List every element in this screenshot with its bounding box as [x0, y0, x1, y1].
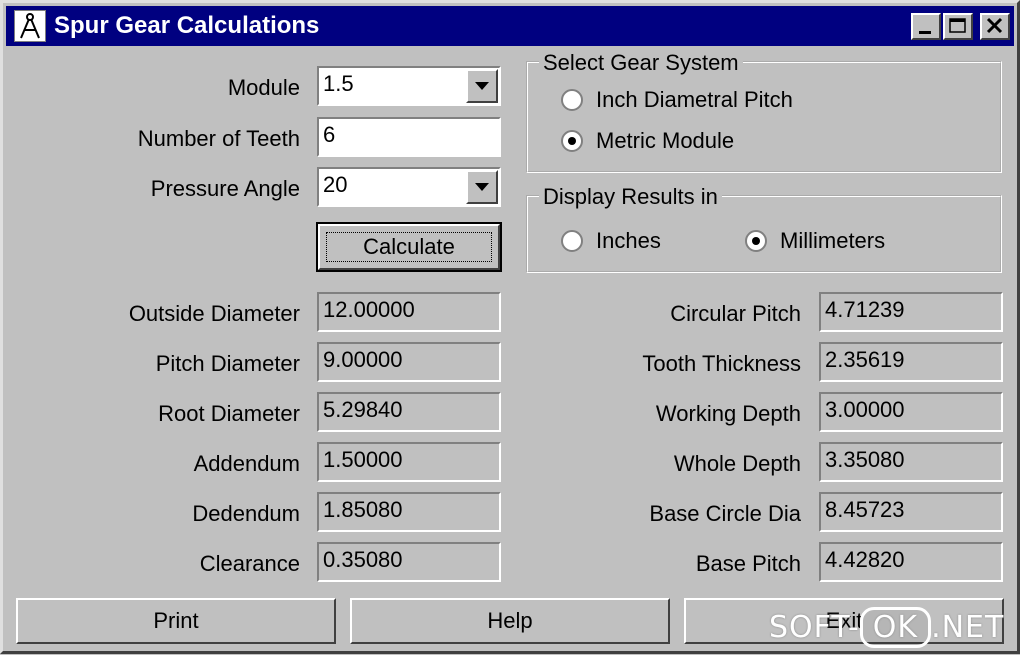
radio-metric-module[interactable] [561, 130, 583, 152]
label-millimeters: Millimeters [780, 228, 886, 253]
working-depth-value: 3.00000 [819, 392, 1003, 432]
outside-diameter-value: 12.00000 [317, 292, 501, 332]
dedendum-value: 1.85080 [317, 492, 501, 532]
watermark: SOFT- OK .NET [769, 607, 1004, 655]
calculate-button[interactable]: Calculate [316, 222, 502, 272]
close-button[interactable] [980, 13, 1010, 40]
print-button[interactable]: Print [16, 598, 336, 644]
radio-inch-diametral-pitch[interactable] [561, 89, 583, 111]
clearance-label: Clearance [199, 551, 300, 576]
working-depth-label: Working Depth [655, 401, 801, 426]
radio-inches[interactable] [561, 230, 583, 252]
module-label: Module [227, 75, 300, 100]
chevron-down-icon [475, 82, 489, 90]
maximize-button[interactable] [943, 13, 973, 40]
close-icon [986, 17, 1003, 34]
root-diameter-value: 5.29840 [317, 392, 501, 432]
base-circle-dia-label: Base Circle Dia [649, 501, 801, 526]
module-dropdown-button[interactable] [466, 69, 498, 103]
watermark-left: SOFT- [769, 610, 860, 645]
root-diameter-label: Root Diameter [158, 401, 300, 426]
gear-system-group [526, 61, 1002, 173]
base-circle-dia-value: 8.45723 [819, 492, 1003, 532]
outside-diameter-label: Outside Diameter [128, 301, 300, 326]
minimize-icon [919, 31, 931, 34]
clearance-value: 0.35080 [317, 542, 501, 582]
label-inches: Inches [596, 228, 661, 253]
base-pitch-label: Base Pitch [695, 551, 801, 576]
gear-system-title: Select Gear System [539, 50, 743, 76]
watermark-ok: OK [859, 607, 932, 648]
teeth-input[interactable]: 6 [317, 117, 501, 157]
minimize-button[interactable] [911, 13, 941, 40]
focus-rect [326, 232, 492, 262]
help-label: Help [487, 608, 533, 633]
tooth-thickness-value: 2.35619 [819, 342, 1003, 382]
base-pitch-value: 4.42820 [819, 542, 1003, 582]
title-bar[interactable]: Spur Gear Calculations [6, 6, 1014, 46]
pressure-angle-combobox[interactable]: 20 [317, 167, 501, 207]
module-combobox[interactable]: 1.5 [317, 66, 501, 106]
whole-depth-label: Whole Depth [673, 451, 801, 476]
label-metric-module: Metric Module [596, 128, 735, 153]
app-window: Spur Gear Calculations Module 1.5 Number… [0, 0, 1020, 654]
pressure-angle-value: 20 [323, 172, 348, 197]
pitch-diameter-value: 9.00000 [317, 342, 501, 382]
maximize-icon [949, 18, 966, 33]
whole-depth-value: 3.35080 [819, 442, 1003, 482]
print-label: Print [153, 608, 199, 633]
pressure-angle-label: Pressure Angle [150, 176, 300, 201]
pitch-diameter-label: Pitch Diameter [155, 351, 300, 376]
module-value: 1.5 [323, 71, 354, 96]
circular-pitch-label: Circular Pitch [670, 301, 801, 326]
watermark-right: .NET [931, 610, 1005, 645]
compass-icon [14, 10, 46, 42]
addendum-value: 1.50000 [317, 442, 501, 482]
window-title: Spur Gear Calculations [54, 12, 320, 39]
circular-pitch-value: 4.71239 [819, 292, 1003, 332]
radio-millimeters[interactable] [745, 230, 767, 252]
display-results-title: Display Results in [539, 184, 722, 210]
teeth-label: Number of Teeth [137, 126, 300, 151]
help-button[interactable]: Help [350, 598, 670, 644]
label-inch-diametral-pitch: Inch Diametral Pitch [596, 87, 793, 112]
tooth-thickness-label: Tooth Thickness [642, 351, 801, 376]
pressure-angle-dropdown-button[interactable] [466, 170, 498, 204]
chevron-down-icon [475, 183, 489, 191]
addendum-label: Addendum [193, 451, 300, 476]
dedendum-label: Dedendum [192, 501, 300, 526]
